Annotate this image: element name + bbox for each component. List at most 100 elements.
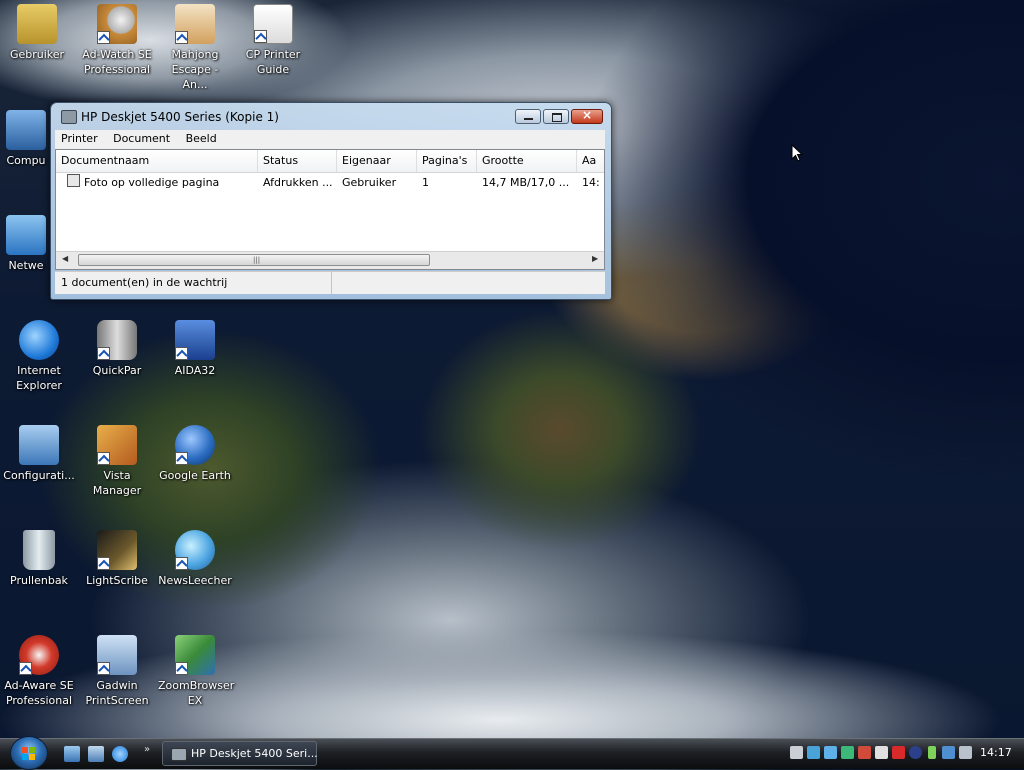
volume-icon[interactable] (959, 746, 972, 759)
taskbar: » HP Deskjet 5400 Seri... 14:17 (0, 736, 1024, 770)
network-status-icon[interactable] (942, 746, 955, 759)
window-title: HP Deskjet 5400 Series (Kopie 1) (81, 110, 279, 124)
scroll-right-icon[interactable]: ▶ (592, 254, 598, 263)
desktop-icon-google-earth[interactable]: Google Earth (158, 425, 232, 483)
status-segment: 1 document(en) in de wachtrij (55, 272, 332, 294)
cell-grootte: 14,7 MB/17,0 ... (482, 176, 570, 189)
shortcut-arrow-icon (97, 662, 110, 675)
close-button[interactable]: × (571, 108, 603, 124)
desktop-icon-gadwin[interactable]: Gadwin PrintScreen (80, 635, 154, 708)
tools-icon (97, 425, 137, 465)
flash-tray-icon[interactable] (892, 746, 905, 759)
column-header-grootte[interactable]: Grootte (477, 150, 577, 172)
desktop-icon-label: Mahjong Escape - An... (171, 48, 219, 91)
desktop-icon-label: Vista Manager (92, 469, 142, 497)
quickpar-icon (97, 320, 137, 360)
minimize-button[interactable] (515, 109, 541, 124)
shortcut-arrow-icon (97, 347, 110, 360)
speaker-red-tray-icon[interactable] (858, 746, 871, 759)
desktop-icon-lightscribe[interactable]: LightScribe (80, 530, 154, 588)
shortcut-arrow-icon (175, 31, 188, 44)
show-desktop-icon[interactable] (64, 746, 80, 762)
pdf-document-icon (253, 4, 293, 44)
printer-icon (171, 748, 187, 761)
document-list[interactable]: Documentnaam Status Eigenaar Pagina's Gr… (55, 149, 605, 270)
cell-paginas: 1 (422, 176, 429, 189)
table-row[interactable]: Foto op volledige pagina Afdrukken ... G… (56, 174, 604, 192)
desktop-icon-quickpar[interactable]: QuickPar (80, 320, 154, 378)
quicklaunch-more-icon[interactable]: » (144, 744, 150, 755)
horizontal-scrollbar[interactable]: ◀ ||| ▶ (56, 251, 604, 269)
menu-printer[interactable]: Printer (55, 130, 104, 145)
column-header-status[interactable]: Status (258, 150, 337, 172)
desktop-icon-computer[interactable]: Compu (0, 110, 52, 168)
maximize-button[interactable] (543, 109, 569, 124)
close-icon: × (581, 108, 593, 122)
grip-icon: ||| (253, 256, 261, 264)
desktop-icon-adwatch[interactable]: Ad-Watch SE Professional (80, 4, 154, 77)
desktop-icon-mahjong[interactable]: Mahjong Escape - An... (158, 4, 232, 92)
mahjong-gate-icon (175, 4, 215, 44)
network-icon (6, 215, 46, 255)
battery-icon[interactable] (928, 746, 936, 759)
shortcut-arrow-icon (175, 347, 188, 360)
scrollbar-thumb[interactable]: ||| (78, 254, 430, 266)
menu-bar: Printer Document Beeld (55, 130, 605, 149)
camera-monitor-icon (97, 635, 137, 675)
desktop-icon-vista-manager[interactable]: Vista Manager (80, 425, 154, 498)
desktop-icon-gebruiker[interactable]: Gebruiker (0, 4, 74, 62)
column-header-paginas[interactable]: Pagina's (417, 150, 477, 172)
lightscribe-icon (97, 530, 137, 570)
clock[interactable]: 14:17 (980, 746, 1012, 759)
cell-documentnaam: Foto op volledige pagina (62, 174, 258, 192)
windows-logo-icon (22, 747, 36, 761)
desktop-icon-label: AIDA32 (174, 364, 216, 377)
cell-extra: 14: (582, 176, 600, 189)
shortcut-arrow-icon (175, 557, 188, 570)
desktop-icon-recycle-bin[interactable]: Prullenbak (2, 530, 76, 588)
start-button[interactable] (10, 736, 48, 770)
menu-beeld[interactable]: Beeld (180, 130, 223, 145)
document-icon (67, 174, 80, 187)
menu-document[interactable]: Document (107, 130, 176, 145)
desktop-icon-label: Ad-Watch SE Professional (82, 48, 152, 76)
shortcut-arrow-icon (175, 662, 188, 675)
desktop-icon-label: ZoomBrowser EX (158, 679, 235, 707)
internet-explorer-quicklaunch-icon[interactable] (112, 746, 128, 762)
sync-tray-icon[interactable] (841, 746, 854, 759)
shortcut-arrow-icon (97, 557, 110, 570)
tray-icon[interactable] (875, 746, 888, 759)
desktop-icon-zoombrowser[interactable]: ZoomBrowser EX (158, 635, 235, 708)
desktop-icon-cpprinter[interactable]: CP Printer Guide (236, 4, 310, 77)
document-name: Foto op volledige pagina (84, 176, 220, 189)
desktop-icon-label: Google Earth (159, 469, 231, 482)
desktop-icon-aida32[interactable]: AIDA32 (158, 320, 232, 378)
desktop-icon-configuration[interactable]: Configurati... (2, 425, 76, 483)
desktop-icon-label: QuickPar (92, 364, 142, 377)
desktop-icon-network[interactable]: Netwe (0, 215, 52, 273)
desktop-icon-internet-explorer[interactable]: Internet Explorer (2, 320, 76, 393)
shortcut-arrow-icon (19, 662, 32, 675)
column-header-documentnaam[interactable]: Documentnaam (56, 150, 258, 172)
photo-stack-icon (175, 635, 215, 675)
desktop-icon-label: CP Printer Guide (245, 48, 301, 76)
magnifier-icon (97, 4, 137, 44)
desktop-icon-adaware[interactable]: Ad-Aware SE Professional (2, 635, 76, 708)
column-header-eigenaar[interactable]: Eigenaar (337, 150, 417, 172)
switch-windows-icon[interactable] (88, 746, 104, 762)
taskbar-button-printer-queue[interactable]: HP Deskjet 5400 Seri... (162, 741, 318, 766)
column-header-row: Documentnaam Status Eigenaar Pagina's Gr… (56, 150, 604, 173)
printer-tray-icon[interactable] (790, 746, 803, 759)
column-header-extra[interactable]: Aa (577, 150, 604, 172)
network-tray-icon[interactable] (807, 746, 820, 759)
computer-monitor-icon (6, 110, 46, 150)
app-tray-icon[interactable] (824, 746, 837, 759)
shortcut-arrow-icon (254, 30, 267, 43)
printer-queue-window[interactable]: HP Deskjet 5400 Series (Kopie 1) × Print… (50, 102, 612, 300)
window-titlebar[interactable]: HP Deskjet 5400 Series (Kopie 1) × (51, 103, 611, 130)
newsleecher-icon (175, 530, 215, 570)
status-bar: 1 document(en) in de wachtrij (55, 271, 605, 294)
scroll-left-icon[interactable]: ◀ (62, 254, 68, 263)
desktop-icon-newsleecher[interactable]: NewsLeecher (158, 530, 232, 588)
shield-tray-icon[interactable] (909, 746, 922, 759)
